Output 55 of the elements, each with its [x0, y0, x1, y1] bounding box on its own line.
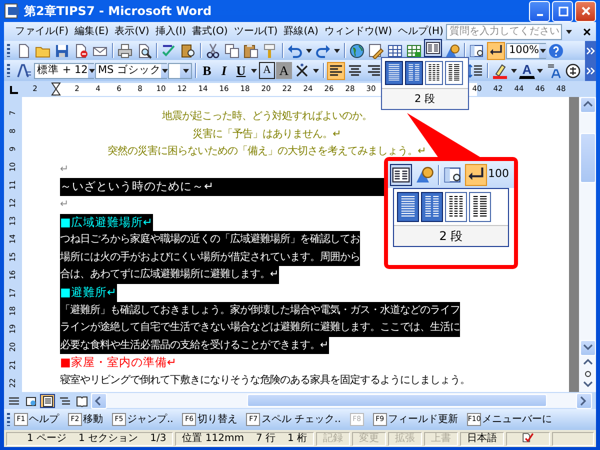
bold-button[interactable]: B	[199, 62, 215, 79]
status-text: 1/3	[150, 432, 166, 446]
function-key-label: ヘルプ	[29, 412, 59, 427]
status-text: 位置 112mm	[182, 432, 244, 446]
status-text: 1 ページ	[27, 432, 67, 446]
menu-item[interactable]: 罫線(A)	[280, 23, 322, 40]
function-key-label: メニューバーに	[482, 413, 552, 427]
status-text: 7 行	[256, 432, 276, 446]
body-text: 「避難所」も確認しておきましょう。家が倒壊した場合や電気・ガス・水道などのライフ	[60, 302, 460, 320]
title-text: 災害に「予告」はありません。↵	[192, 126, 342, 142]
function-key-label: スペル チェック..	[261, 413, 341, 427]
body-text: ↵	[60, 162, 69, 177]
body-text: 寝室やリビングで倒れて下敷きになりそうな危険のある家具を固定するようにしましょう。	[60, 372, 470, 388]
dropdown-label: 2 段	[439, 228, 463, 245]
character-shading-button[interactable]: A	[276, 62, 292, 79]
function-key-label: 切り替え	[197, 412, 238, 427]
body-text: 場所には火の手がおよびにくい場所が借定されています。周囲から	[60, 248, 360, 266]
font-field[interactable]: MS ゴシック	[95, 62, 167, 78]
heading-text: ■家屋・室内の準備↵	[60, 354, 177, 372]
status-text: 上書	[431, 432, 452, 446]
body-text: ラインが途絶して自宅で生活できない場合などは避難所に避難します。ここでは、生活に	[60, 319, 460, 337]
window-title: 第2章TIPS7 - Microsoft Word	[24, 3, 212, 20]
body-text: 必要な食料や生活必需品の支給を受けることができます。↵	[60, 336, 329, 354]
menu-item[interactable]: ファイル(F)	[12, 23, 72, 40]
menu-item[interactable]: ヘルプ(H)	[395, 23, 446, 40]
menu-item[interactable]: 書式(O)	[189, 23, 231, 40]
status-text: 1 セクション	[78, 432, 138, 446]
function-key-label: 移動	[83, 413, 103, 427]
title-text: 突然の災害に困らないための「備え」の大切さを考えてみましょう。↵	[108, 144, 426, 160]
zoom-field[interactable]: 100%	[506, 42, 546, 58]
style-field[interactable]: 標準 + 12	[34, 62, 94, 78]
menu-item[interactable]: 表示(V)	[112, 23, 152, 40]
dropdown-label: 2 段	[414, 92, 436, 107]
status-text: 1 桁	[287, 432, 308, 446]
status-text: 日本語	[467, 432, 498, 446]
function-key-label: フィールド更新	[388, 412, 458, 427]
character-border-button[interactable]: A	[259, 62, 275, 79]
menu-item[interactable]: ウィンドウ(W)	[321, 23, 396, 40]
help-search-field[interactable]: 質問を入力してください	[446, 24, 562, 40]
body-text: ↵	[60, 196, 69, 212]
heading-text: ■広域避難場所↵	[60, 214, 153, 232]
menu-item[interactable]: 挿入(I)	[152, 23, 190, 40]
body-text: 合は、あわてずに広域避難場所に避難します。↵	[60, 266, 279, 284]
function-key-label: ジャンプ..	[127, 412, 174, 427]
menu-item[interactable]: ツール(T)	[230, 23, 281, 40]
title-text: 地震が起こった時、どう対処すればよいのか。	[162, 109, 372, 124]
underline-button[interactable]: U	[233, 62, 249, 79]
status-text: 拡張	[395, 432, 416, 446]
zoom-value: 100	[488, 166, 509, 182]
status-text: 記録	[323, 432, 344, 446]
menu-item[interactable]: 編集(E)	[72, 23, 112, 40]
heading-text: ■避難所↵	[60, 284, 117, 302]
status-text: 変更	[359, 432, 380, 446]
body-text: つね日ごろから家庭や職場の近くの「広域避難場所」を確認してお	[60, 231, 360, 249]
italic-button[interactable]: I	[216, 62, 232, 79]
